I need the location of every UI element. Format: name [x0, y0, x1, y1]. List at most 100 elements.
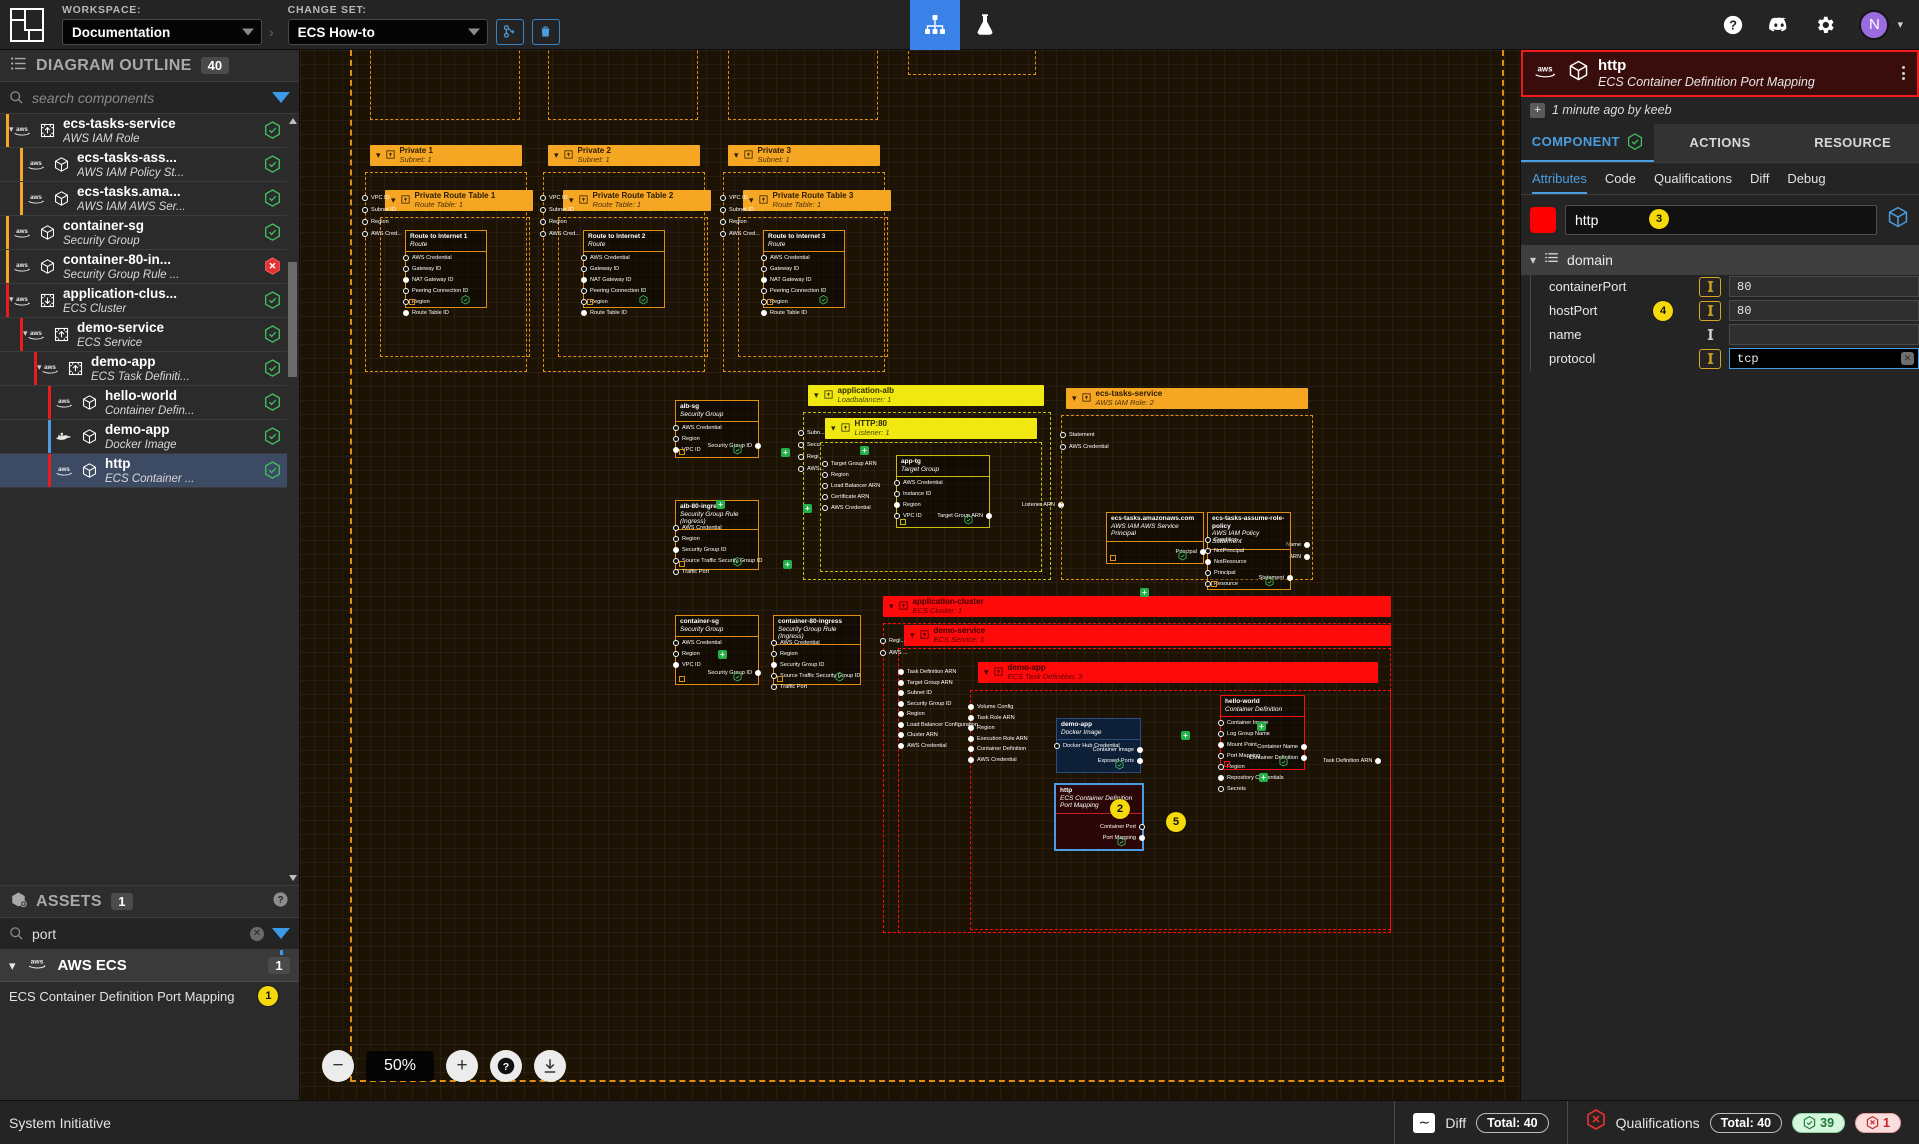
input-socket[interactable]: VPC ID	[362, 195, 390, 201]
input-socket[interactable]: Traffic Port	[771, 684, 807, 690]
input-socket[interactable]: Security Group ID	[673, 547, 726, 553]
input-socket[interactable]: VPC ID	[720, 195, 748, 201]
outline-row-container-80-in-[interactable]: aws container-80-in... Security Group Rule…	[0, 250, 287, 284]
input-socket[interactable]: Statement	[1060, 432, 1095, 438]
input-socket[interactable]: AWS Cred...	[720, 231, 760, 237]
component-http-port-mapping[interactable]: http ECS Container Definition Port Mappin…	[1054, 783, 1145, 851]
delete-changeset-button[interactable]	[531, 18, 560, 45]
frame-partial-d[interactable]	[908, 50, 1036, 75]
input-socket[interactable]: Load Balancer ARN	[822, 483, 880, 489]
input-socket[interactable]: Volume Config	[968, 704, 1013, 710]
component-demo-app-docker[interactable]: demo-app Docker Image Docker Hub Credentia…	[1054, 718, 1143, 773]
input-socket[interactable]: Task Role ARN	[968, 714, 1015, 721]
subtab-diff[interactable]: Diff	[1750, 171, 1769, 194]
zoom-level-display[interactable]: 50%	[366, 1051, 435, 1081]
frame-header-private-3[interactable]: ▾ Private 3 Subnet: 1	[728, 145, 880, 167]
input-socket[interactable]: Region	[898, 711, 925, 717]
add-connection-icon[interactable]: +	[718, 650, 727, 659]
help-icon[interactable]: ?	[1721, 13, 1745, 37]
zoom-in-button[interactable]: +	[446, 1050, 479, 1082]
add-asset-icon[interactable]	[10, 891, 27, 913]
input-socket[interactable]: Subnet ID	[362, 207, 396, 213]
input-socket[interactable]: Region	[968, 725, 995, 731]
input-socket[interactable]: Condition	[1205, 537, 1238, 543]
component-alb-sg[interactable]: alb-sg Security Group AWS Credential Region…	[673, 400, 761, 458]
input-socket[interactable]: AWS Credential	[894, 480, 943, 486]
input-socket[interactable]: AWS Credential	[673, 525, 722, 531]
input-socket[interactable]: Target Group ARN	[898, 679, 953, 686]
subtab-debug[interactable]: Debug	[1787, 171, 1825, 194]
component-route-to-internet-3[interactable]: Route to Internet 3 Route AWS Credential Ga…	[761, 230, 845, 316]
input-socket[interactable]: Region	[540, 219, 567, 225]
input-socket[interactable]: AWS Credential	[822, 505, 871, 511]
resize-handle-icon[interactable]	[587, 299, 593, 305]
component-container-80-ingress[interactable]: container-80-ingress Security Group Rule …	[771, 615, 861, 690]
component-hello-world[interactable]: hello-world Container Definition Container…	[1218, 695, 1307, 792]
search-assets-input[interactable]	[32, 925, 242, 942]
output-socket[interactable]: Container Image	[1093, 747, 1143, 753]
input-socket[interactable]: Region	[894, 502, 921, 508]
output-socket[interactable]: Container Port	[1100, 824, 1145, 830]
assets-filter-icon[interactable]	[272, 928, 290, 955]
input-socket[interactable]: Peering Connection ID	[761, 288, 826, 294]
input-socket[interactable]: AWS Credential	[761, 255, 810, 261]
input-socket[interactable]: Regi...	[798, 454, 823, 460]
chevron-down-icon[interactable]: ▾	[1897, 18, 1903, 31]
status-diff-cell[interactable]: ∼ Diff Total: 40	[1394, 1100, 1566, 1144]
zoom-out-button[interactable]: −	[322, 1050, 354, 1082]
resize-handle-icon[interactable]	[1110, 555, 1116, 561]
input-socket[interactable]: VPC ID	[540, 195, 568, 201]
outline-row-ecs-tasks-ama-[interactable]: aws ecs-tasks.ama... AWS IAM AWS Ser...	[0, 182, 287, 216]
outline-scrollbar[interactable]	[287, 114, 299, 885]
resize-handle-icon[interactable]	[1211, 581, 1217, 587]
diagram-outline-list[interactable]: aws ▾ ecs-tasks-service AWS IAM Role aws ecs-…	[0, 114, 299, 885]
input-socket[interactable]: Region	[673, 651, 700, 657]
input-socket[interactable]: Gateway ID	[403, 266, 441, 272]
avatar[interactable]: N	[1859, 9, 1890, 40]
input-socket[interactable]: NotResource	[1205, 559, 1247, 565]
input-socket[interactable]: Gateway ID	[581, 266, 619, 272]
frame-header-application-cluster[interactable]: ▾ application-cluster ECS Cluster: 1	[883, 596, 1391, 618]
tab-component[interactable]: COMPONENT	[1521, 123, 1654, 162]
input-socket[interactable]: Source Traffic Security Group ID	[771, 673, 860, 679]
component-container-sg[interactable]: container-sg Security Group AWS Credential…	[673, 615, 761, 685]
input-socket[interactable]: Subn...	[798, 430, 825, 436]
scrollbar-thumb[interactable]	[288, 262, 297, 377]
resize-handle-icon[interactable]	[679, 449, 685, 455]
outline-row-demo-service[interactable]: aws ▾ demo-service ECS Service	[0, 318, 287, 352]
asset-group-aws-ecs[interactable]: ▾ aws AWS ECS 1	[0, 950, 299, 982]
tab-resource[interactable]: RESOURCE	[1786, 123, 1919, 162]
subtab-code[interactable]: Code	[1605, 171, 1636, 194]
gear-icon[interactable]	[1813, 13, 1837, 37]
input-socket[interactable]: AWS Credential	[898, 742, 947, 749]
resize-handle-icon[interactable]	[679, 676, 685, 682]
input-socket[interactable]: Region	[822, 472, 849, 478]
text-input-type-icon[interactable]	[1699, 276, 1721, 297]
output-socket[interactable]: Container Definition	[1249, 755, 1307, 761]
text-input-type-icon[interactable]	[1699, 348, 1721, 369]
frame-header-private-route-table-3[interactable]: ▾ Private Route Table 3 Route Table: 1	[743, 190, 891, 212]
input-socket[interactable]: Execution Role ARN	[968, 735, 1028, 742]
resize-handle-icon[interactable]	[767, 299, 773, 305]
input-socket[interactable]: Subnet ID	[540, 207, 574, 213]
outline-row-container-sg[interactable]: aws container-sg Security Group	[0, 216, 287, 250]
merge-changeset-button[interactable]	[495, 18, 524, 45]
input-socket[interactable]: AWS ...	[880, 650, 908, 656]
frame-header-application-alb[interactable]: ▾ application-alb Loadbalancer: 1	[808, 385, 1044, 407]
frame-header-demo-service[interactable]: ▾ demo-service ECS Service: 1	[904, 625, 1391, 647]
outline-row-demo-app[interactable]: aws ▾ demo-app ECS Task Definiti...	[0, 352, 287, 386]
attribute-value-containerPort[interactable]: 80	[1729, 276, 1919, 298]
frame-header-private-route-table-1[interactable]: ▾ Private Route Table 1 Route Table: 1	[385, 190, 533, 212]
ecs-taskdef-frame-body[interactable]	[970, 690, 1391, 930]
output-socket[interactable]: Listener ARN	[1022, 502, 1064, 508]
input-socket[interactable]: VPC ID	[673, 662, 701, 668]
input-socket[interactable]: Traffic Port	[673, 569, 709, 575]
input-socket[interactable]: Route Table ID	[403, 310, 449, 316]
input-socket[interactable]: Mount Point	[1218, 742, 1257, 748]
input-socket[interactable]: AWS Credential	[771, 640, 820, 646]
input-socket[interactable]: NAT Gateway ID	[403, 277, 453, 283]
scroll-up-arrow-icon[interactable]	[289, 118, 297, 124]
input-socket[interactable]: Resource	[1205, 581, 1238, 587]
component-ecs-tasks-assume-role-policy[interactable]: ecs-tasks-assume-role-policy AWS IAM Poli…	[1205, 512, 1293, 590]
input-socket[interactable]: Security Group ID	[898, 700, 951, 707]
